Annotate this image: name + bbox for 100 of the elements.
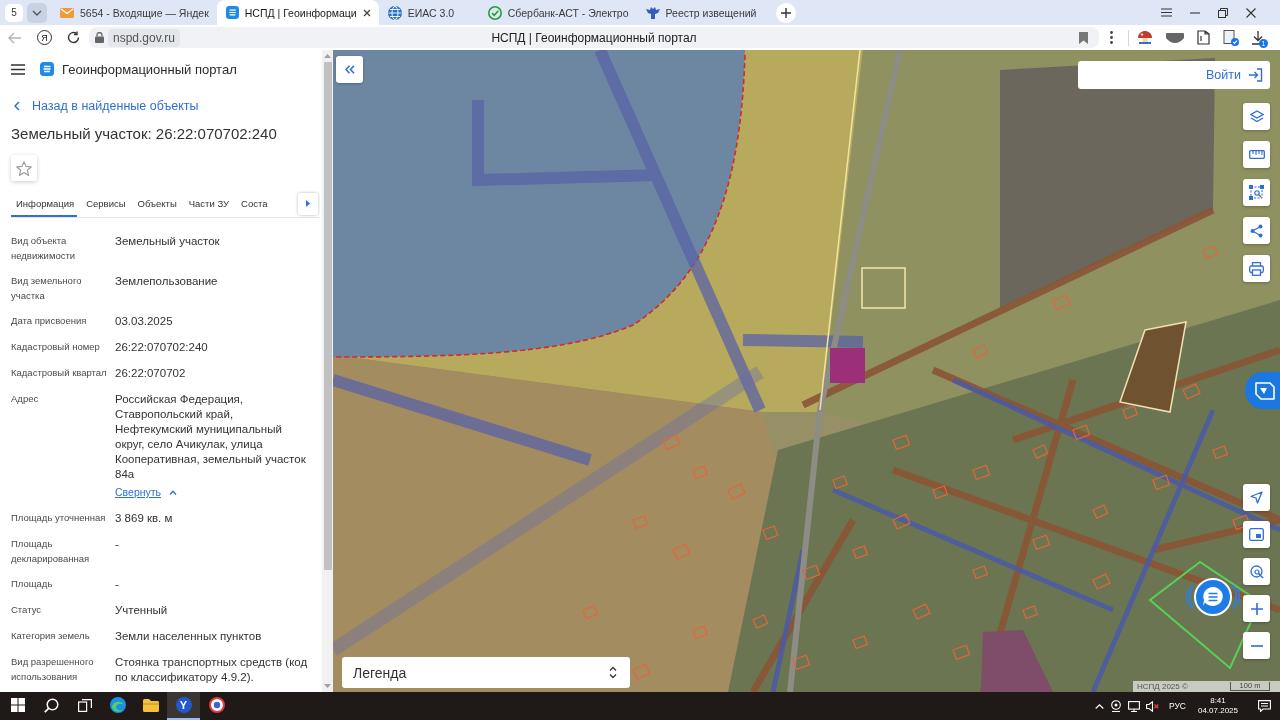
language-indicator[interactable]: РУС xyxy=(1168,701,1186,711)
more-icon[interactable] xyxy=(1110,31,1113,44)
plus-icon xyxy=(781,7,792,18)
login-button[interactable]: Войти xyxy=(1078,61,1270,89)
property-value: Земли населенных пунктов xyxy=(115,629,262,644)
tab-count-button[interactable]: 5 xyxy=(5,3,23,22)
logo-icon xyxy=(225,6,239,19)
monitor-icon[interactable] xyxy=(1127,700,1140,712)
mushroom-icon[interactable] xyxy=(1137,30,1153,45)
up-down-caret-icon xyxy=(609,666,617,679)
menu-icon[interactable] xyxy=(1161,8,1172,17)
bookmark-icon[interactable] xyxy=(1079,31,1088,44)
search-icon xyxy=(44,697,59,713)
plus-icon xyxy=(1250,602,1263,615)
tabs-scroll-button[interactable] xyxy=(298,192,318,215)
property-label: Кадастровый квартал xyxy=(11,366,107,380)
favorite-button[interactable] xyxy=(11,155,37,181)
property-value: Землепользование xyxy=(115,274,218,289)
chevron-up-icon[interactable] xyxy=(1094,703,1104,709)
property-label: Площадь уточненная xyxy=(11,511,106,525)
home-button[interactable]: Я xyxy=(37,30,52,45)
scrollbar[interactable] xyxy=(322,50,333,692)
url-text: nspd.gov.ru xyxy=(108,28,180,47)
scrollbar-thumb[interactable] xyxy=(323,62,332,570)
location-search-icon xyxy=(1249,564,1264,579)
browser-tab[interactable]: НСПД | Геоинформаци xyxy=(216,0,379,25)
property-label: Площадь декларированная xyxy=(11,537,91,566)
globe-icon xyxy=(387,5,402,20)
selection-icon xyxy=(1249,185,1264,200)
zoom-out-button[interactable] xyxy=(1243,632,1270,659)
share-button[interactable] xyxy=(1243,217,1270,244)
ruler-icon xyxy=(1248,150,1265,159)
tab-list-button[interactable] xyxy=(27,2,47,23)
close-icon[interactable] xyxy=(1246,7,1256,18)
print-button[interactable] xyxy=(1243,255,1270,282)
reload-icon[interactable] xyxy=(67,31,80,44)
property-label: Дата присвоения xyxy=(11,314,87,328)
picture-in-picture-icon xyxy=(1249,528,1264,541)
property-value: Земельный участок xyxy=(115,234,220,249)
webcam-icon[interactable] xyxy=(1109,700,1122,712)
property-label: Площадь xyxy=(11,577,53,591)
legend-dropdown[interactable]: Легенда xyxy=(342,657,630,688)
parcel-title: Земельный участок: 26:22:070702:240 xyxy=(11,124,277,144)
property-label: Кадастровый номер xyxy=(11,340,100,354)
attribution-text: НСПД 2025 © xyxy=(1137,681,1188,692)
select-area-button[interactable] xyxy=(1243,179,1270,206)
my-location-button[interactable] xyxy=(1243,484,1270,511)
check-circle-icon xyxy=(487,5,502,20)
start-icon xyxy=(11,698,25,712)
minimap-button[interactable] xyxy=(1243,521,1270,548)
file-icon[interactable] xyxy=(1197,30,1210,45)
task-view-icon xyxy=(77,698,92,712)
collapse-link[interactable]: Свернуть xyxy=(115,484,178,500)
property-value: Стоянка транспортных средств (код по классификатору 4.9.2). xyxy=(115,655,309,685)
clock-time[interactable]: 8:41 xyxy=(1210,696,1226,706)
speaker-muted-icon[interactable] xyxy=(1145,700,1159,712)
minus-icon xyxy=(1250,644,1263,647)
chevron-up-icon xyxy=(169,489,178,495)
browser-tab[interactable]: Реестр извещений xyxy=(636,0,765,25)
share-icon xyxy=(1250,223,1263,238)
property-value: 3 869 кв. м xyxy=(115,511,173,526)
property-label: Статус xyxy=(11,603,42,617)
mask-icon[interactable] xyxy=(1166,32,1184,43)
property-label: Вид разрешенного использования xyxy=(11,655,95,684)
menu-icon[interactable] xyxy=(11,63,25,75)
collapse-panel-button[interactable] xyxy=(336,56,363,83)
property-value: 26:22:070702:240 xyxy=(115,340,208,355)
close-icon[interactable] xyxy=(362,8,371,17)
measure-button[interactable] xyxy=(1243,141,1270,168)
property-value: Учтенный xyxy=(115,603,168,618)
browser-tab[interactable]: ЕИАС 3.0 xyxy=(378,0,479,25)
chevron-left-icon xyxy=(14,101,20,111)
browser-tab[interactable]: 5654 - Входящие — Яндек xyxy=(51,0,217,25)
property-label: Вид объекта недвижимости xyxy=(11,234,77,263)
swirl-icon[interactable] xyxy=(109,697,126,713)
info-tab[interactable]: Соста xyxy=(238,190,271,217)
download-icon[interactable] xyxy=(1252,30,1264,45)
info-tab[interactable]: Части ЗУ xyxy=(185,190,233,217)
taskbar-app-button[interactable]: Y xyxy=(167,692,200,720)
info-tab[interactable]: Сервисы xyxy=(83,190,129,217)
target-icon[interactable] xyxy=(208,697,225,713)
login-icon xyxy=(1248,68,1263,82)
folder-icon[interactable] xyxy=(142,698,159,712)
back-link[interactable]: Назад в найденные объекты xyxy=(11,98,199,114)
notification-icon[interactable] xyxy=(1258,700,1271,712)
clock-date[interactable]: 04.07.2025 xyxy=(1197,706,1238,716)
address-bar[interactable]: nspd.gov.ru НСПД | Геоинформационный портал xyxy=(89,27,1099,48)
new-tab-button[interactable] xyxy=(776,2,797,23)
layers-button[interactable] xyxy=(1243,103,1270,130)
browser-tab[interactable]: Сбербанк-АСТ - Электро xyxy=(478,0,637,25)
property-label: Адрес xyxy=(11,392,39,406)
minimize-icon[interactable] xyxy=(1190,11,1200,14)
zoom-in-button[interactable] xyxy=(1243,595,1270,622)
restore-icon[interactable] xyxy=(1218,7,1228,18)
info-tab[interactable]: Объекты xyxy=(134,190,180,217)
property-value: - xyxy=(115,537,119,552)
info-tab[interactable]: Информация xyxy=(11,190,78,217)
map-drawing[interactable] xyxy=(333,50,1280,692)
locate-button[interactable] xyxy=(1243,558,1270,585)
document-check-icon[interactable] xyxy=(1223,29,1239,46)
